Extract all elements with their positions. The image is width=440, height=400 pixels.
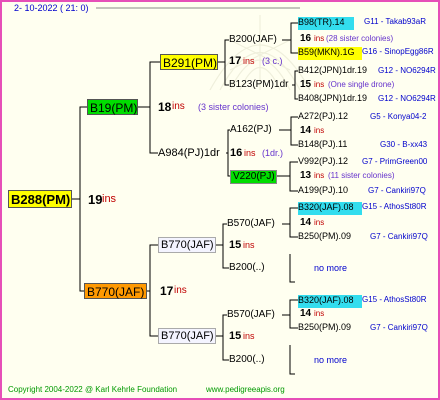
generation-count: 17 [229, 55, 242, 67]
ancestor-highlight-box[interactable]: B320(JAF).08 [298, 202, 362, 215]
generation-label: ins [174, 285, 187, 296]
breeder-label: G12 - NO6294R [378, 94, 436, 103]
generation-count: 18 [158, 100, 172, 114]
generation-label: ins [314, 171, 325, 180]
ancestor-highlight-box[interactable]: B320(JAF).08 [298, 295, 362, 308]
generation-label: ins [102, 193, 117, 205]
ancestor-label[interactable]: B123(PM)1dr [229, 80, 288, 90]
ancestor-label[interactable]: B408(JPN)1dr.19 [298, 94, 367, 103]
ancestor-label[interactable]: B570(JAF) [227, 310, 275, 320]
breeder-label: G7 - PrimGreen00 [362, 157, 428, 166]
ancestor-label[interactable]: A162(PJ) [230, 125, 272, 135]
generation-count: 14 [300, 308, 312, 319]
generation-count: 16 [230, 147, 243, 159]
maternal-grandsire-box[interactable]: B770(JAF) [158, 237, 216, 253]
breeder-label: G5 - Konya04-2 [370, 112, 427, 121]
no-more-label: no more [314, 263, 348, 273]
generation-label: ins [172, 101, 185, 112]
generation-count: 15 [229, 239, 242, 251]
generation-count: 17 [160, 284, 174, 298]
breeder-label: G7 - Cankiri97Q [370, 232, 428, 241]
breeder-label: G16 - SinopEgg86R [362, 47, 434, 56]
generation-count: 15 [229, 330, 242, 342]
paternal-grandsire-box[interactable]: B291(PM) [160, 54, 218, 70]
breeder-label: G15 - AthosSt80R [362, 295, 427, 304]
generation-label: ins [314, 126, 325, 135]
generation-count: 14 [300, 217, 312, 228]
maternal-granddam-box[interactable]: B770(JAF) [158, 328, 216, 344]
generation-count: 13 [300, 170, 312, 181]
ancestor-highlight-box[interactable]: B98(TR).14 [298, 17, 354, 30]
ancestor-label[interactable]: A272(PJ).12 [298, 112, 348, 121]
ancestor-label[interactable]: B412(JPN)1dr.19 [298, 66, 367, 75]
generation-label: ins [314, 34, 325, 43]
breeder-label: G11 - Takab93aR [364, 17, 426, 26]
ancestor-label[interactable]: V992(PJ).12 [298, 157, 348, 166]
breeder-label: G12 - NO6294R [378, 66, 436, 75]
breeder-label: G30 - B-xx43 [380, 140, 428, 149]
ancestor-label[interactable]: B148(PJ).11 [298, 140, 347, 149]
ancestor-label[interactable]: B200(..) [229, 263, 265, 273]
generation-label: ins [243, 240, 255, 250]
sister-colonies-note: (3 c.) [262, 56, 283, 66]
date-stamp: 2- 10-2022 ( 21: 0) [14, 3, 89, 13]
breeder-label: G15 - AthosSt80R [362, 202, 427, 211]
breeder-label: G7 - Cankiri97Q [370, 323, 428, 332]
dam-box[interactable]: B770(JAF) [84, 283, 147, 299]
ancestor-label[interactable]: B200(..) [229, 355, 265, 365]
drone-colonies-note: (One single drone) [328, 80, 395, 89]
generation-count: 16 [300, 33, 312, 44]
ancestor-highlight-box[interactable]: B59(MKN).1G [298, 47, 362, 60]
copyright-footer: Copyright 2004-2022 @ Karl Kehrle Founda… [8, 385, 178, 394]
ancestor-label[interactable]: B250(PM).09 [298, 323, 351, 332]
generation-label: ins [314, 218, 325, 227]
ancestor-label[interactable]: B250(PM).09 [298, 232, 351, 241]
ancestor-label[interactable]: B200(JAF) [229, 35, 277, 45]
no-more-label: no more [314, 355, 348, 365]
subject-queen-box[interactable]: B288(PM) [8, 190, 72, 208]
sister-colonies-note: (11 sister colonies) [328, 171, 395, 180]
sister-colonies-note: (28 sister colonies) [326, 34, 394, 43]
drone-colonies-note: (1dr.) [262, 148, 284, 158]
generation-label: ins [314, 309, 325, 318]
generation-count: 19 [88, 192, 103, 207]
generation-count: 15 [300, 79, 312, 90]
generation-label: ins [243, 56, 255, 66]
sire-box[interactable]: B19(PM) [87, 99, 138, 115]
website-link[interactable]: www.pedigreeapis.org [206, 386, 285, 394]
ancestor-label[interactable]: A199(PJ).10 [298, 186, 348, 195]
generation-label: ins [314, 80, 325, 89]
paternal-granddam-label[interactable]: A984(PJ)1dr [158, 148, 220, 159]
generation-count: 14 [300, 125, 312, 136]
sister-colonies-note: (3 sister colonies) [198, 102, 269, 112]
generation-label: ins [243, 331, 255, 341]
ancestor-label[interactable]: B570(JAF) [227, 219, 275, 229]
breeder-label: G7 - Cankiri97Q [368, 186, 426, 195]
ancestor-highlight-box[interactable]: V220(PJ) [230, 170, 277, 184]
generation-label: ins [244, 148, 256, 158]
